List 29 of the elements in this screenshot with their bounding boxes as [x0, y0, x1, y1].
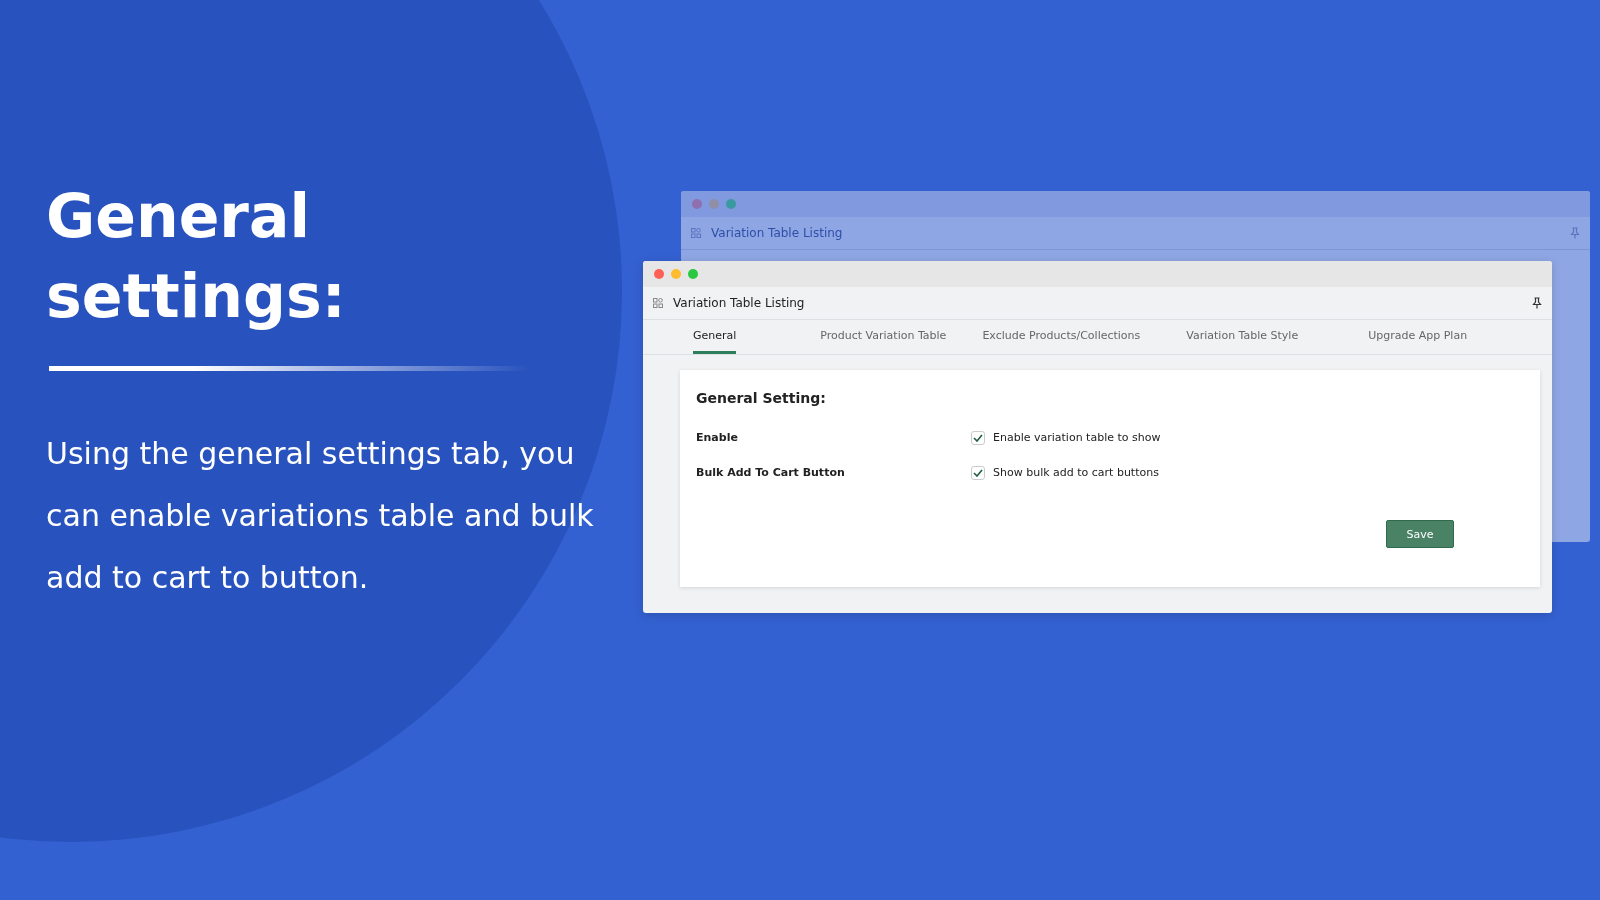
setting-label: Bulk Add To Cart Button	[696, 466, 846, 479]
setting-label: Enable	[696, 431, 739, 444]
check-icon	[973, 468, 983, 477]
minimize-button[interactable]	[671, 269, 681, 279]
close-button[interactable]	[654, 269, 664, 279]
pin-icon	[1570, 227, 1580, 239]
checkbox-label: Show bulk add to cart buttons	[993, 466, 1159, 479]
zoom-button[interactable]	[688, 269, 698, 279]
tab[interactable]: Exclude Products/Collections	[982, 320, 1141, 354]
window-title: Variation Table Listing	[673, 296, 805, 310]
apps-icon	[653, 298, 663, 308]
zoom-button[interactable]	[726, 199, 736, 209]
tab[interactable]: General	[693, 320, 737, 354]
tab[interactable]: Product Variation Table	[820, 320, 947, 354]
apps-icon	[691, 228, 701, 238]
tab[interactable]: Upgrade App Plan	[1368, 320, 1468, 354]
slide-description: Using the general settings tab, you can enable variations table and bulk add to cart to button.	[46, 435, 595, 597]
checkbox[interactable]	[971, 430, 985, 445]
checkbox[interactable]	[971, 465, 985, 480]
save-button[interactable]: Save	[1386, 520, 1454, 548]
check-icon	[973, 433, 983, 442]
section-title: General Setting:	[696, 390, 827, 406]
minimize-button[interactable]	[709, 199, 719, 209]
slide-heading: General settings:	[46, 180, 347, 333]
pin-icon	[1532, 297, 1542, 309]
tab[interactable]: Variation Table Style	[1186, 320, 1299, 354]
window-title: Variation Table Listing	[711, 226, 843, 240]
checkbox-label: Enable variation table to show	[993, 431, 1161, 444]
close-button[interactable]	[692, 199, 702, 209]
